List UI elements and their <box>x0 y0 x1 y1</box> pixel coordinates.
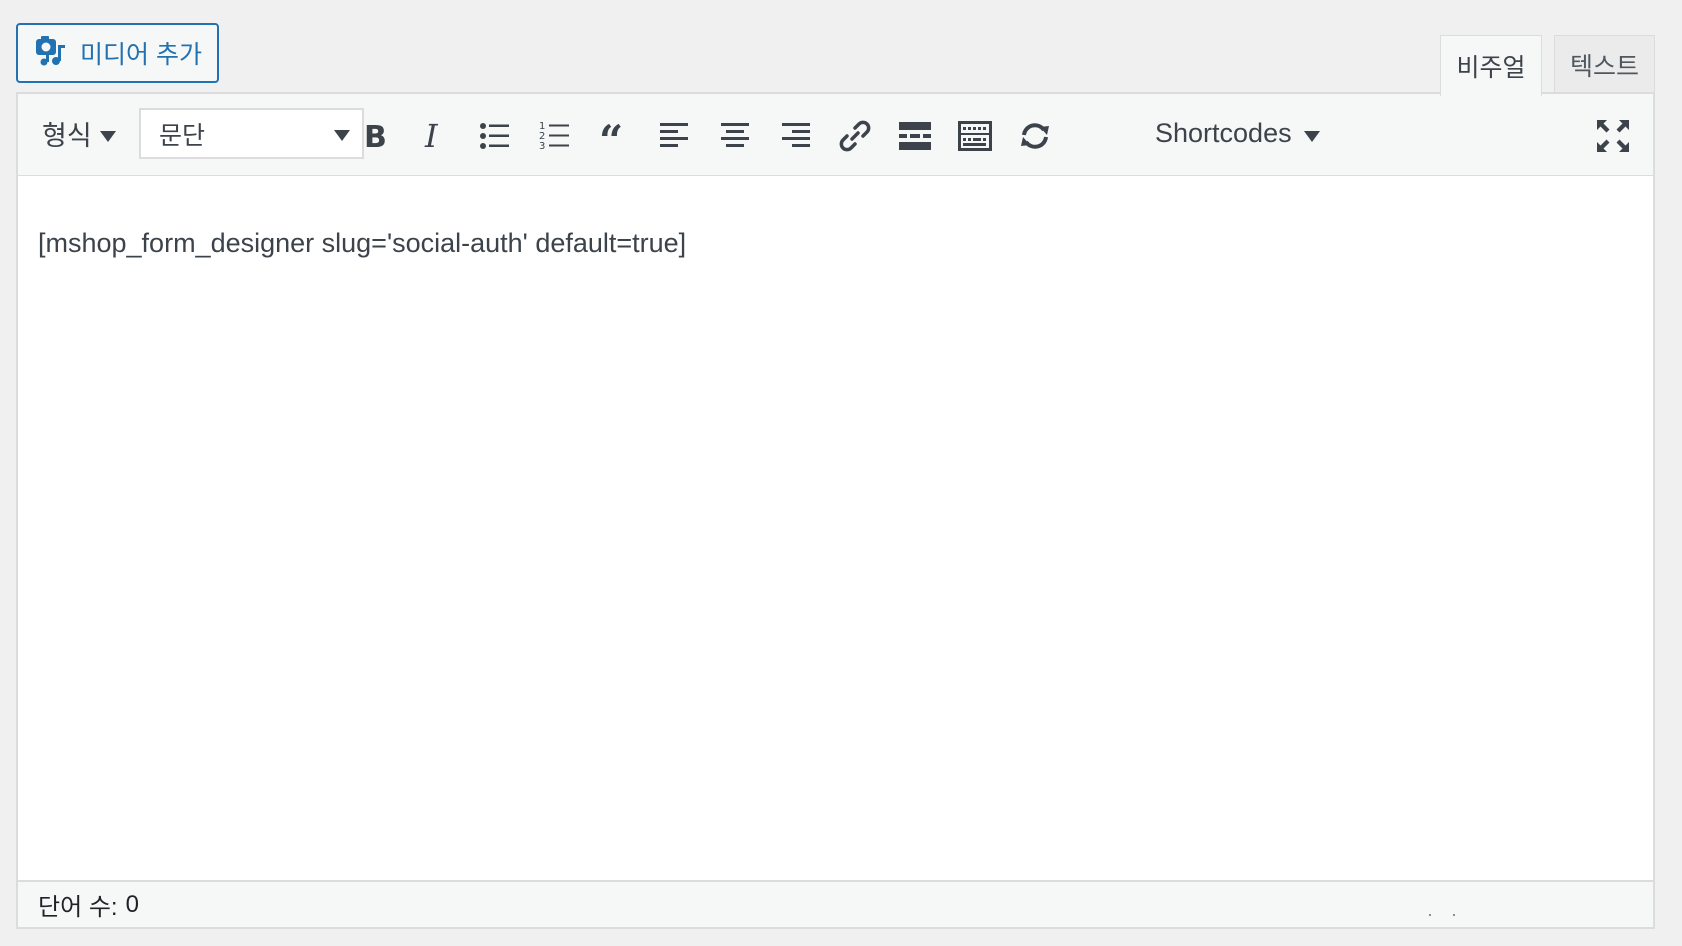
align-right-icon <box>782 123 810 147</box>
align-left-button[interactable] <box>650 112 700 160</box>
refresh-button[interactable] <box>1010 112 1060 160</box>
block-format-value: 문단 <box>159 121 206 150</box>
italic-button[interactable]: I <box>410 112 460 160</box>
refresh-icon <box>1021 123 1049 149</box>
caret-down-icon <box>334 130 350 141</box>
tab-text[interactable]: 텍스트 <box>1554 35 1655 94</box>
shortcodes-menu[interactable]: Shortcodes <box>1155 108 1320 158</box>
link-button[interactable] <box>830 112 880 160</box>
block-format-select[interactable]: 문단 <box>139 108 364 159</box>
add-media-label: 미디어 추가 <box>80 41 202 69</box>
read-more-button[interactable] <box>890 112 940 160</box>
editor-content[interactable]: [mshop_form_designer slug='social-auth' … <box>38 228 686 259</box>
classic-editor: 미디어 추가 비주얼 텍스트 형식 문단 B I 1 2 3 “ Shortco… <box>16 22 1655 929</box>
editor-toolbar: 형식 문단 B I 1 2 3 “ Shortcodes <box>18 94 1653 176</box>
svg-text:B: B <box>364 120 387 155</box>
editor-statusbar: 단어 수: 0 <box>18 880 1653 927</box>
caret-down-icon <box>99 130 116 142</box>
caret-down-icon <box>1303 130 1320 142</box>
resize-handle-icon[interactable] <box>1427 911 1457 919</box>
svg-text:3: 3 <box>539 141 545 152</box>
format-menu[interactable]: 형식 <box>42 108 116 158</box>
blockquote-button[interactable]: “ <box>590 112 640 160</box>
toolbar-toggle-button[interactable] <box>950 112 1000 160</box>
italic-icon: I <box>424 117 439 155</box>
add-media-button[interactable]: 미디어 추가 <box>16 23 219 83</box>
format-menu-label: 형식 <box>42 120 92 151</box>
numbered-list-button[interactable]: 1 2 3 <box>530 112 580 160</box>
bulleted-list-button[interactable] <box>470 112 520 160</box>
svg-text:I: I <box>424 117 439 155</box>
align-left-icon <box>660 123 688 147</box>
tab-visual[interactable]: 비주얼 <box>1440 35 1542 96</box>
media-add-icon <box>34 33 68 74</box>
word-count-label: 단어 수: <box>38 894 118 921</box>
link-icon <box>839 120 871 152</box>
svg-text:“: “ <box>599 117 623 155</box>
fullscreen-icon <box>1597 120 1629 152</box>
blockquote-icon: “ <box>599 117 623 155</box>
bold-button[interactable]: B <box>350 112 400 160</box>
shortcodes-label: Shortcodes <box>1155 117 1292 148</box>
align-center-icon <box>721 123 749 147</box>
align-center-button[interactable] <box>710 112 760 160</box>
word-count-value: 0 <box>125 890 139 918</box>
read-more-icon <box>899 122 931 150</box>
numbered-list-icon: 1 2 3 <box>539 121 569 152</box>
bold-icon: B <box>364 120 387 155</box>
align-right-button[interactable] <box>770 112 820 160</box>
bulleted-list-icon <box>480 123 509 149</box>
fullscreen-button[interactable] <box>1588 112 1638 160</box>
editor-frame: 형식 문단 B I 1 2 3 “ Shortcodes [mshop_form… <box>16 92 1655 929</box>
toolbar-toggle-icon <box>958 121 992 151</box>
